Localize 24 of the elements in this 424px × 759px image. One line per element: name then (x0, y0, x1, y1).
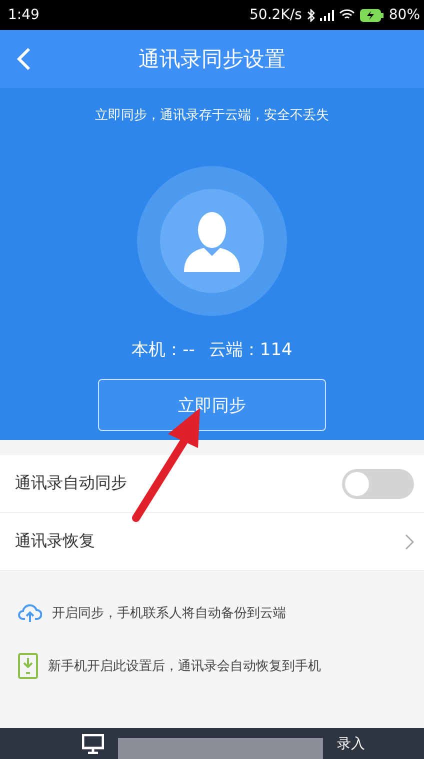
bluetooth-icon (306, 8, 315, 22)
cloud-count: 云端：114 (208, 339, 292, 361)
tip-text: 开启同步，手机联系人将自动备份到云端 (52, 605, 286, 622)
sync-hint: 立即同步，通讯录存于云端，安全不丢失 (95, 107, 329, 124)
local-count: 本机：-- (132, 339, 195, 361)
tip-text: 新手机开启此设置后，通讯录会自动恢复到手机 (48, 658, 321, 675)
setting-label: 通讯录自动同步 (15, 473, 128, 494)
wifi-icon (338, 9, 355, 21)
status-time: 1:49 (8, 7, 40, 23)
person-silhouette-icon (182, 210, 242, 272)
battery-percent: 80% (388, 7, 420, 23)
cloud-upload-icon (18, 603, 42, 623)
chevron-right-icon (405, 534, 414, 550)
auto-sync-toggle[interactable] (342, 468, 414, 498)
monitor-icon (82, 734, 104, 754)
download-phone-icon (18, 653, 38, 679)
bottom-label[interactable]: 录入 (337, 734, 365, 752)
page-title: 通讯录同步设置 (138, 46, 286, 73)
setting-label: 通讯录恢复 (15, 531, 96, 552)
restore-row[interactable]: 通讯录恢复 (0, 513, 424, 571)
signal-icon (320, 10, 334, 20)
network-speed: 50.2K/s (250, 7, 302, 23)
chevron-left-icon (16, 47, 32, 71)
battery-icon (360, 8, 384, 22)
